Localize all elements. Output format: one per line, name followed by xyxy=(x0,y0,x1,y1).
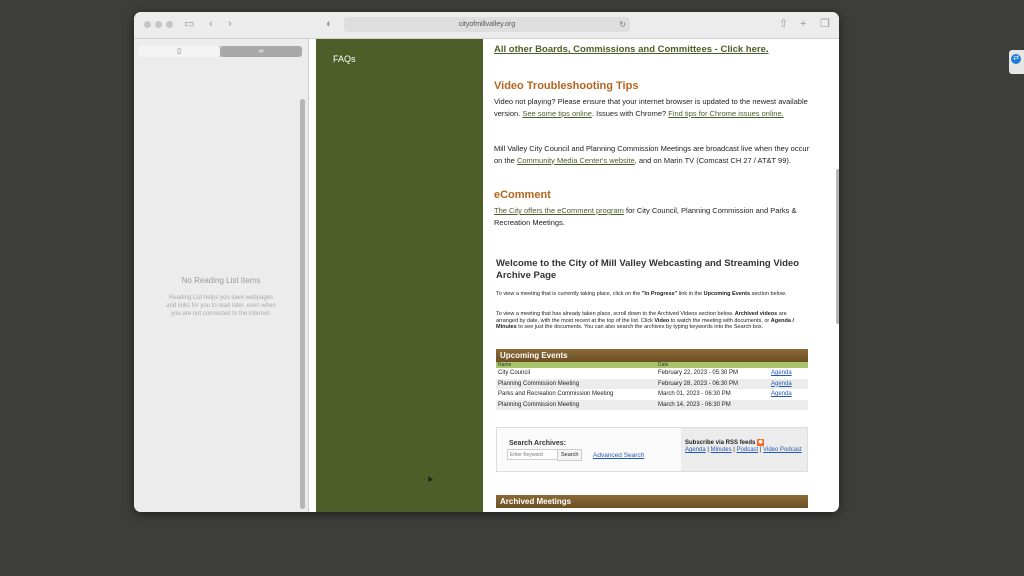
video-tips-text: Video not playing? Please ensure that yo… xyxy=(494,97,808,118)
bookmarks-tab-icon[interactable]: ▯ xyxy=(138,46,220,57)
welcome-title: Welcome to the City of Mill Valley Webca… xyxy=(496,258,800,281)
reading-list-empty-description: Reading List helps you save webpages and… xyxy=(166,295,276,317)
rss-links: Agenda | Minutes | Podcast | Video Podca… xyxy=(685,447,802,453)
broadcast-text: Mill Valley City Council and Planning Co… xyxy=(494,144,810,165)
main-content: All other Boards, Commissions and Commit… xyxy=(494,39,814,512)
address-bar[interactable]: cityofmillvalley.org ↻ xyxy=(344,17,630,32)
rss-icon[interactable]: ◉ xyxy=(757,438,765,446)
minimize-window-button[interactable] xyxy=(155,21,162,28)
rss-podcast-link[interactable]: Podcast xyxy=(737,447,759,453)
page-scrollbar[interactable] xyxy=(836,169,839,324)
reload-icon[interactable]: ↻ xyxy=(619,17,626,32)
teamviewer-icon[interactable]: ⇄ xyxy=(1011,54,1021,64)
boards-link-line: All other Boards, Commissions and Commit… xyxy=(494,44,769,55)
chrome-tips-link[interactable]: Find tips for Chrome issues online. xyxy=(668,109,783,118)
agenda-link[interactable]: Agenda xyxy=(771,368,792,379)
archived-meetings-header: Archived Meetings xyxy=(496,495,808,508)
share-icon[interactable]: ⇧ xyxy=(779,17,788,31)
reading-list-tab-icon[interactable]: ∞ xyxy=(220,46,302,57)
agenda-link[interactable]: Agenda xyxy=(771,379,792,390)
rss-video-podcast-link[interactable]: Video Podcast xyxy=(763,447,802,453)
search-button[interactable]: Search xyxy=(557,449,583,461)
search-archives-label: Search Archives: xyxy=(509,440,566,447)
video-tips-heading: Video Troubleshooting Tips xyxy=(494,80,639,92)
table-row: City Council February 22, 2023 - 05:30 P… xyxy=(496,368,808,379)
rss-agenda-link[interactable]: Agenda xyxy=(685,447,706,453)
welcome-paragraph-2: To view a meeting that has already taken… xyxy=(496,311,794,330)
sidebar-scrollbar[interactable] xyxy=(300,99,305,509)
url-text: cityofmillvalley.org xyxy=(458,21,516,28)
sidebar-segmented-control: ▯ ∞ xyxy=(138,46,302,57)
ecomment-program-link[interactable]: The City offers the eComment program xyxy=(494,206,624,215)
table-row: Planning Commission Meeting February 28,… xyxy=(496,378,808,390)
tab-overview-icon[interactable]: ❐ xyxy=(820,17,830,31)
reading-list-sidebar: ▯ ∞ No Reading List Items Reading List h… xyxy=(134,39,309,512)
web-page: FAQs All other Boards, Commissions and C… xyxy=(309,39,839,512)
upcoming-events-header: Upcoming Events xyxy=(496,349,808,362)
screen-sharing-extension[interactable]: ⇄ xyxy=(1009,50,1024,74)
sidebar-toggle-icon[interactable]: ▭ xyxy=(184,17,194,31)
back-icon[interactable]: ‹ xyxy=(209,17,213,31)
forward-icon[interactable]: › xyxy=(228,17,232,31)
table-row: Parks and Recreation Commission Meeting … xyxy=(496,389,808,400)
zoom-window-button[interactable] xyxy=(166,21,173,28)
community-media-link[interactable]: Community Media Center's website xyxy=(517,156,635,165)
close-window-button[interactable] xyxy=(144,21,151,28)
reading-list-empty-title: No Reading List Items xyxy=(181,276,261,285)
table-row: Planning Commission Meeting March 14, 20… xyxy=(496,399,808,410)
rss-feeds-panel: Subscribe via RSS feeds ◉ Agenda | Minut… xyxy=(681,428,807,471)
browser-window: ▭ ‹ › ◐ cityofmillvalley.org ↻ ⇧ + ❐ ▯ ∞… xyxy=(134,12,839,512)
left-navigation: FAQs xyxy=(316,39,483,512)
nav-faqs-link[interactable]: FAQs xyxy=(333,54,356,64)
rss-minutes-link[interactable]: Minutes xyxy=(711,447,732,453)
welcome-paragraph-1: To view a meeting that is currently taki… xyxy=(496,291,787,297)
agenda-link[interactable]: Agenda xyxy=(771,389,792,400)
search-archives-panel: Search Archives: Search Advanced Search … xyxy=(496,427,808,472)
advanced-search-link[interactable]: Advanced Search xyxy=(593,450,644,462)
ecomment-text: The City offers the eComment program for… xyxy=(494,206,797,227)
new-tab-icon[interactable]: + xyxy=(800,17,806,31)
privacy-shield-icon[interactable]: ◐ xyxy=(326,17,333,31)
browser-toolbar: ▭ ‹ › ◐ cityofmillvalley.org ↻ ⇧ + ❐ xyxy=(134,12,839,39)
tips-online-link[interactable]: See some tips online xyxy=(522,109,592,118)
boards-commissions-link[interactable]: All other Boards, Commissions and Commit… xyxy=(494,44,766,55)
ecomment-heading: eComment xyxy=(494,189,551,201)
search-keyword-input[interactable] xyxy=(507,449,559,460)
